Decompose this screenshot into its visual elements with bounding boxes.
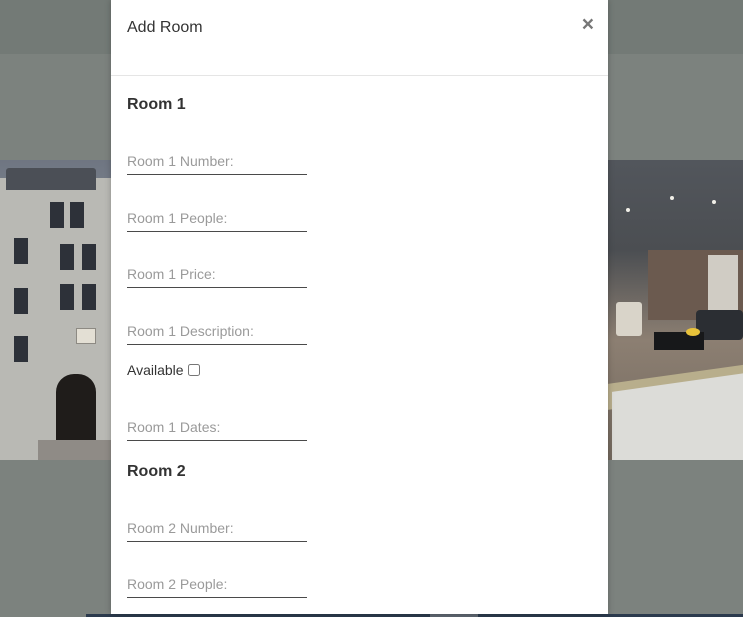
building-window	[60, 244, 74, 270]
building-window	[50, 202, 64, 228]
room-1-number-input[interactable]	[127, 148, 307, 175]
hotel-building	[0, 168, 112, 460]
flower-bowl	[686, 328, 700, 336]
building-window	[14, 288, 28, 314]
room-1-available-row[interactable]: Available	[127, 362, 200, 378]
ceiling-light	[626, 208, 630, 212]
building-roof	[6, 168, 96, 190]
building-door	[56, 374, 96, 450]
room-2-number-input[interactable]	[127, 515, 307, 542]
room-1-available-checkbox[interactable]	[187, 364, 200, 376]
add-room-modal: Add Room × Room 1 Available Room 2	[111, 0, 608, 614]
modal-header: Add Room ×	[111, 0, 608, 76]
ceiling-light	[670, 196, 674, 200]
building-window	[14, 238, 28, 264]
modal-title: Add Room	[127, 19, 203, 36]
room-1-available-label: Available	[127, 362, 184, 378]
room-1-price-input[interactable]	[127, 261, 307, 288]
room-1-heading: Room 1	[127, 96, 186, 113]
building-window	[82, 244, 96, 270]
page: Add Room × Room 1 Available Room 2	[0, 0, 743, 617]
building-window	[14, 336, 28, 362]
room-1-people-input[interactable]	[127, 205, 307, 232]
building-window	[60, 284, 74, 310]
building-window	[82, 284, 96, 310]
room-1-description-input[interactable]	[127, 318, 307, 345]
room-2-people-input[interactable]	[127, 571, 307, 598]
ceiling-light	[712, 200, 716, 204]
hotel-room-image	[608, 160, 743, 460]
room-armchair	[616, 302, 642, 336]
building-steps	[38, 440, 112, 460]
close-icon[interactable]: ×	[582, 14, 594, 35]
room-2-heading: Room 2	[127, 463, 186, 480]
hotel-exterior-image	[0, 160, 112, 460]
room-1-dates-input[interactable]	[127, 414, 307, 441]
hotel-sign	[76, 328, 96, 344]
building-window	[70, 202, 84, 228]
